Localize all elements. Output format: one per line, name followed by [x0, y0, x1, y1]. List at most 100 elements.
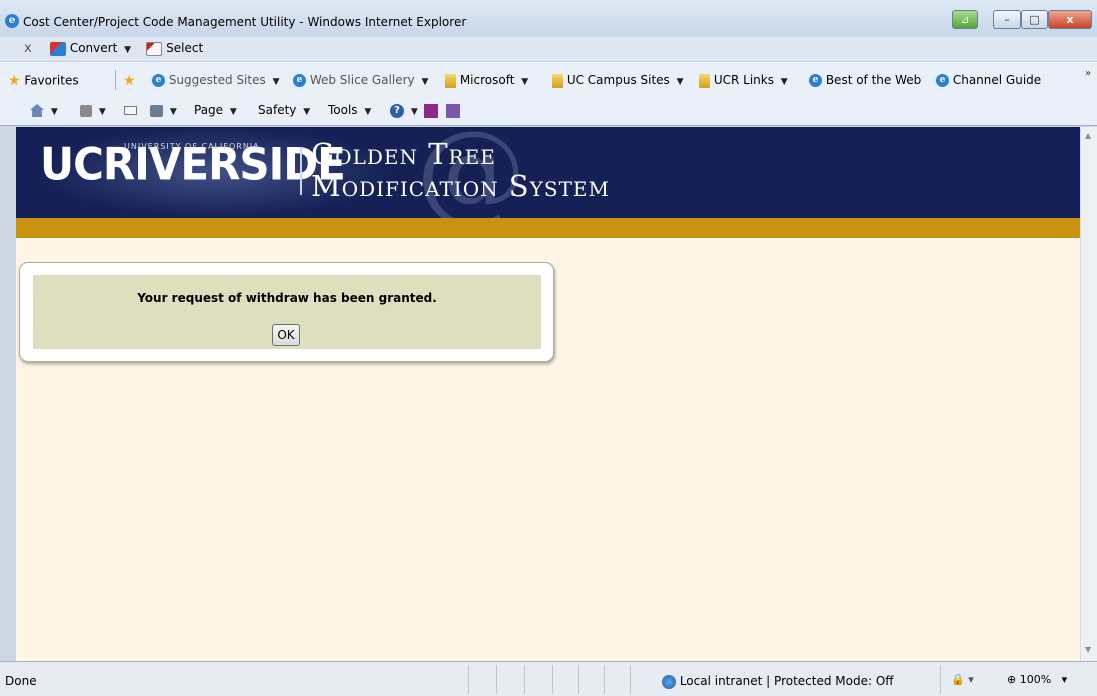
chevron-down-icon: ▼ — [229, 107, 237, 117]
ie-page-icon: e — [809, 74, 822, 87]
app-title-line-2: Modification System — [311, 169, 610, 203]
fav-item-label: Channel Guide — [952, 73, 1042, 87]
status-divider — [552, 665, 553, 694]
close-toolbar-icon[interactable]: x — [24, 41, 32, 56]
select-icon[interactable] — [146, 41, 163, 56]
favorites-overflow-icon[interactable]: » — [1085, 68, 1091, 79]
chevron-down-icon: ▼ — [364, 107, 372, 117]
page-menu[interactable]: Page ▼ — [194, 103, 237, 117]
convert-button[interactable]: Convert — [70, 41, 117, 55]
read-mail-button[interactable] — [124, 103, 137, 117]
chevron-down-icon: ▼ — [410, 107, 418, 117]
ie-page-icon: e — [936, 74, 949, 87]
logo-divider — [300, 147, 302, 195]
status-bar: Done Local intranet | Protected Mode: Of… — [0, 661, 1097, 696]
title-bar: e Cost Center/Project Code Management Ut… — [0, 0, 1097, 37]
add-to-favorites-bar-button[interactable]: ★ — [123, 73, 136, 89]
status-divider — [940, 665, 941, 694]
ucr-logo-subtext: UNIVERSITY OF CALIFORNIA — [124, 142, 260, 151]
chevron-down-icon: ▼ — [521, 77, 529, 87]
add-favorite-icon: ★ — [123, 73, 136, 89]
fav-item-label: UCR Links — [713, 73, 774, 87]
site-banner: @ UCRIVERSIDE UNIVERSITY OF CALIFORNIA G… — [16, 127, 1080, 235]
onenote-icon — [424, 103, 438, 118]
favorites-button[interactable]: ★ Favorites — [8, 73, 79, 89]
chevron-down-icon: ▼ — [421, 77, 429, 87]
fav-item-label: Suggested Sites — [168, 73, 266, 87]
status-text: Done — [5, 674, 37, 688]
research-button[interactable] — [446, 103, 460, 118]
chevron-down-icon: ▼ — [169, 107, 177, 117]
help-button[interactable]: ? ▼ — [390, 103, 418, 118]
status-divider — [524, 665, 525, 694]
maximize-button[interactable]: □ — [1021, 10, 1048, 29]
research-icon — [446, 103, 460, 118]
convert-dropdown-icon[interactable]: ▼ — [124, 45, 131, 55]
chevron-down-icon: ▼ — [272, 77, 280, 87]
print-button[interactable]: ▼ — [150, 103, 177, 117]
status-divider — [630, 665, 631, 694]
zoom-level: 100% — [1019, 673, 1052, 686]
dialog-message: Your request of withdraw has been grante… — [137, 291, 437, 305]
ie-page-icon: e — [152, 74, 165, 87]
zoom-dropdown-icon: ▾ — [1054, 673, 1068, 686]
select-button[interactable]: Select — [166, 41, 203, 55]
zoom-control[interactable]: ⊕ 100% ▾ — [1007, 673, 1067, 686]
ok-button[interactable]: OK — [272, 324, 300, 346]
onenote-button[interactable] — [424, 103, 438, 118]
home-icon — [30, 104, 44, 117]
page-content: @ UCRIVERSIDE UNIVERSITY OF CALIFORNIA G… — [16, 127, 1080, 661]
fav-item-label: UC Campus Sites — [566, 73, 670, 87]
chevron-down-icon: ▼ — [676, 77, 684, 87]
tools-menu-label: Tools — [328, 103, 358, 117]
folder-icon — [699, 73, 710, 88]
security-zone[interactable]: Local intranet | Protected Mode: Off — [662, 674, 894, 689]
fav-item-ucr-links[interactable]: UCR Links ▼ — [699, 73, 788, 88]
scroll-down-icon[interactable]: ▼ — [1085, 645, 1091, 654]
fav-item-web-slice-gallery[interactable]: e Web Slice Gallery ▼ — [293, 73, 428, 87]
ie-logo-icon: e — [5, 14, 19, 28]
chevron-down-icon: ▼ — [50, 107, 58, 117]
tools-menu[interactable]: Tools ▼ — [328, 103, 371, 117]
close-button[interactable]: x — [1048, 10, 1092, 29]
fav-item-channel-guide[interactable]: e Channel Guide — [936, 73, 1041, 87]
window-title: Cost Center/Project Code Management Util… — [23, 15, 467, 29]
chevron-down-icon: ▼ — [780, 77, 788, 87]
folder-icon — [445, 73, 456, 88]
safety-menu-label: Safety — [258, 103, 297, 117]
status-divider — [496, 665, 497, 694]
fav-item-label: Microsoft — [459, 73, 515, 87]
chevron-down-icon: ▼ — [98, 107, 106, 117]
zoom-icon: ⊕ — [1007, 673, 1017, 686]
safety-menu[interactable]: Safety ▼ — [258, 103, 310, 117]
favorites-label: Favorites — [24, 73, 79, 88]
protected-mode-icon[interactable]: 🔒 ▾ — [951, 673, 974, 686]
app-title-line-1: Golden Tree — [311, 137, 496, 171]
compatibility-view-button[interactable]: ⊿ — [952, 10, 978, 29]
fav-item-uc-campus-sites[interactable]: UC Campus Sites ▼ — [552, 73, 684, 88]
convert-icon[interactable] — [50, 41, 66, 56]
intranet-globe-icon — [662, 674, 676, 689]
scroll-up-icon[interactable]: ▲ — [1085, 131, 1091, 140]
security-zone-label: Local intranet | Protected Mode: Off — [679, 674, 894, 688]
favorites-separator — [115, 70, 116, 90]
vertical-scrollbar[interactable]: ▲ ▼ — [1080, 127, 1097, 661]
favorites-star-icon: ★ — [8, 73, 21, 89]
print-icon — [150, 104, 163, 117]
fav-item-label: Web Slice Gallery — [309, 73, 415, 87]
home-button[interactable]: ▼ — [30, 103, 58, 117]
window-frame-left — [0, 127, 16, 661]
chevron-down-icon: ▼ — [303, 107, 311, 117]
gold-nav-band — [16, 218, 1080, 238]
mail-icon — [124, 106, 137, 115]
feeds-button[interactable]: ▼ — [80, 103, 106, 117]
fav-item-label: Best of the Web — [825, 73, 922, 87]
rss-icon — [80, 104, 92, 117]
fav-item-suggested-sites[interactable]: e Suggested Sites ▼ — [152, 73, 279, 87]
fav-item-microsoft[interactable]: Microsoft ▼ — [445, 73, 528, 88]
confirmation-dialog: Your request of withdraw has been grante… — [19, 262, 554, 362]
page-menu-label: Page — [194, 103, 224, 117]
status-divider — [468, 665, 469, 694]
minimize-button[interactable]: – — [993, 10, 1021, 29]
fav-item-best-of-the-web[interactable]: e Best of the Web — [809, 73, 921, 87]
